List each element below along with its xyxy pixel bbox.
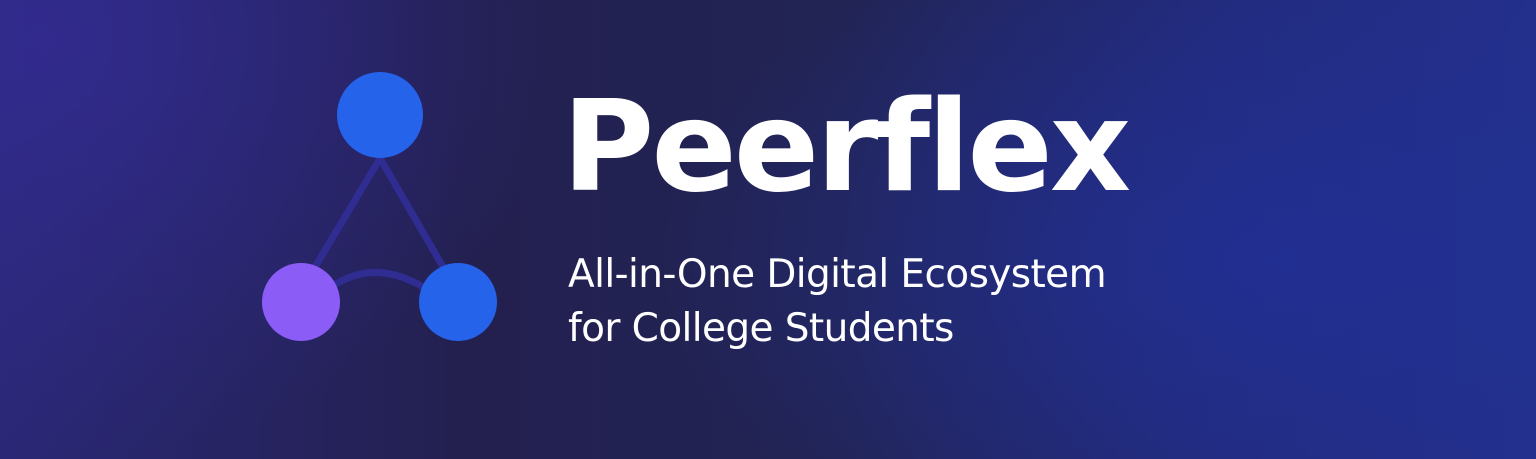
tagline-line-2: for College Students xyxy=(568,306,954,351)
logo xyxy=(250,60,510,360)
logo-node-top xyxy=(337,72,423,158)
logo-node-left xyxy=(262,263,340,341)
logo-connector-left xyxy=(308,156,383,276)
logo-node-right xyxy=(419,263,497,341)
brand-tagline: All-in-One Digital Ecosystem for College… xyxy=(568,248,1107,356)
brand-name: Peerflex xyxy=(562,73,1131,220)
logo-connector-bottom xyxy=(326,269,432,294)
tagline-line-1: All-in-One Digital Ecosystem xyxy=(568,252,1107,297)
logo-connector-right xyxy=(377,156,450,276)
hero-banner: Peerflex All-in-One Digital Ecosystem fo… xyxy=(0,0,1536,459)
network-nodes-icon xyxy=(262,72,497,341)
